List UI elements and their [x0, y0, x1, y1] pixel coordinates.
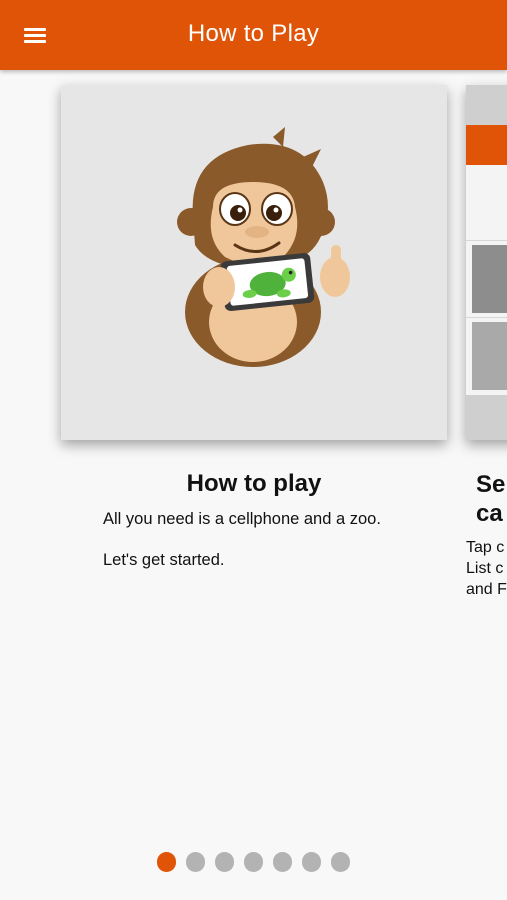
preview-divider	[466, 317, 507, 318]
page-dot-7[interactable]	[330, 852, 351, 872]
page-dot-5[interactable]	[272, 852, 293, 872]
app-bar: How to Play	[0, 0, 507, 70]
slide-image-card[interactable]	[61, 85, 447, 440]
page-dot-4[interactable]	[243, 852, 264, 872]
app-screen-preview	[466, 125, 507, 395]
slide-description-line: All you need is a cellphone and a zoo.	[103, 510, 381, 528]
page-dot-6[interactable]	[301, 852, 322, 872]
animal-thumbnail	[472, 245, 507, 313]
page-indicator	[0, 852, 507, 872]
slide-description-line: Let's get started.	[103, 551, 225, 569]
next-slide-description-line: List c	[466, 560, 504, 577]
next-slide-description-line: Tap c	[466, 539, 505, 556]
next-slide-description-line: and F	[466, 581, 507, 598]
page-dot-3[interactable]	[214, 852, 235, 872]
slide-title: How to play	[186, 470, 322, 497]
preview-header-bar	[466, 125, 507, 165]
animal-thumbnail	[472, 322, 507, 390]
next-slide-image-card[interactable]	[466, 85, 507, 440]
page-dot-1[interactable]	[156, 852, 177, 872]
page-title: How to Play	[187, 20, 320, 47]
monkey-mascot-illustration	[177, 127, 350, 367]
next-slide-title: Se ca	[476, 471, 506, 527]
preview-divider	[466, 240, 507, 241]
page-dot-2[interactable]	[185, 852, 206, 872]
